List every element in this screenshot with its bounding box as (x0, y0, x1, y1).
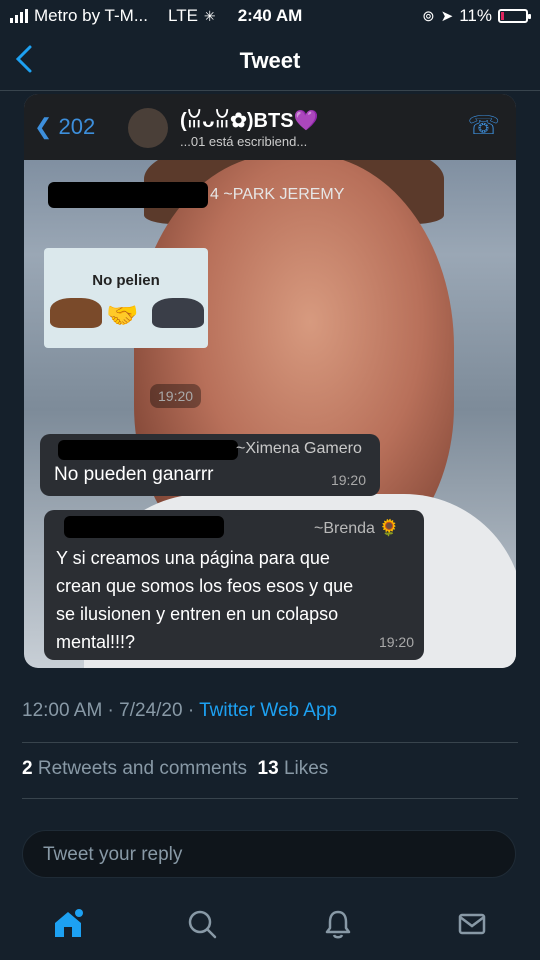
sticker-text: No pelien (92, 272, 160, 289)
add-call-icon: ☏ (467, 110, 500, 140)
lock-rotation-icon: ⊚ (422, 8, 435, 25)
divider (22, 798, 518, 799)
chat-header: ❮ 202 (ꈍᴗꈍ✿)BTS💜 ...01 está escribiend..… (24, 94, 516, 160)
likes-label[interactable]: Likes (284, 758, 328, 779)
tweet-source-link[interactable]: Twitter Web App (199, 700, 337, 721)
home-icon[interactable] (48, 904, 88, 944)
status-right: ⊚ ➤ 11% (422, 6, 531, 26)
sender-name: ~PARK JEREMY (223, 186, 345, 203)
horse-left (50, 298, 102, 328)
message-line: Y si creamos una página para que (56, 548, 330, 568)
tweet-date: 7/24/20 (119, 700, 183, 721)
message-bubble: ~Brenda 🌻 Y si creamos una página para q… (44, 510, 424, 660)
notifications-icon[interactable] (318, 904, 358, 944)
chat-unread-count: 202 (58, 114, 96, 139)
message-text: No pueden ganarrr (54, 464, 214, 485)
retweets-label[interactable]: Retweets and comments (38, 758, 247, 779)
chat-back: ❮ 202 (34, 114, 96, 139)
message-sender: 4 ~PARK JEREMY (210, 186, 344, 204)
message-line: crean que somos los feos esos y que (56, 576, 354, 596)
message-time: 19:20 (330, 472, 366, 488)
message-line: se ilusionen y entren en un colapso (56, 604, 339, 624)
location-icon: ➤ (440, 8, 454, 25)
handshake-icon: 🤝 (106, 300, 139, 330)
sender-prefix: 4 (210, 186, 219, 203)
typing-status: ...01 está escribiend... (180, 134, 308, 149)
message-sender: ~Brenda 🌻 (314, 520, 400, 537)
group-name: (ꈍᴗꈍ✿)BTS💜 (180, 110, 319, 132)
status-bar: Metro by T-M... LTE ✳ 2:40 AM ⊚ ➤ 11% (0, 0, 540, 32)
messages-icon[interactable] (452, 904, 492, 944)
tweet-time: 12:00 AM (22, 700, 103, 721)
reply-input[interactable]: Tweet your reply (22, 830, 516, 878)
redacted-number (58, 440, 238, 460)
page-title: Tweet (239, 48, 301, 73)
message-bubble: ~Ximena Gamero No pueden ganarrr 19:20 (40, 434, 380, 496)
redacted-number (64, 516, 224, 538)
battery-percent: 11% (459, 6, 492, 25)
group-avatar (128, 108, 168, 148)
horse-right (152, 298, 204, 328)
retweets-count[interactable]: 2 (22, 758, 33, 779)
divider (22, 742, 518, 743)
nav-bar: Tweet (0, 32, 540, 91)
message-time: 19:20 (378, 634, 414, 650)
message-time: 19:20 (150, 384, 202, 408)
message-sender: ~Ximena Gamero (236, 440, 362, 457)
tweet-image[interactable]: ❮ 202 (ꈍᴗꈍ✿)BTS💜 ...01 está escribiend..… (24, 94, 516, 668)
search-icon[interactable] (182, 904, 222, 944)
tweet-stats: 2 Retweets and comments 13 Likes (22, 758, 328, 780)
message-line: mental!!!? (56, 632, 136, 652)
reply-placeholder: Tweet your reply (43, 844, 183, 865)
sticker-image: No pelien 🤝 (44, 248, 208, 348)
likes-count[interactable]: 13 (258, 758, 279, 779)
tweet-timestamp: 12:00 AM · 7/24/20 · Twitter Web App (22, 700, 338, 721)
message-text: Y si creamos una página para que crean q… (56, 544, 353, 656)
tab-bar (0, 890, 540, 960)
battery-icon (498, 9, 531, 23)
redacted-number (48, 182, 208, 208)
